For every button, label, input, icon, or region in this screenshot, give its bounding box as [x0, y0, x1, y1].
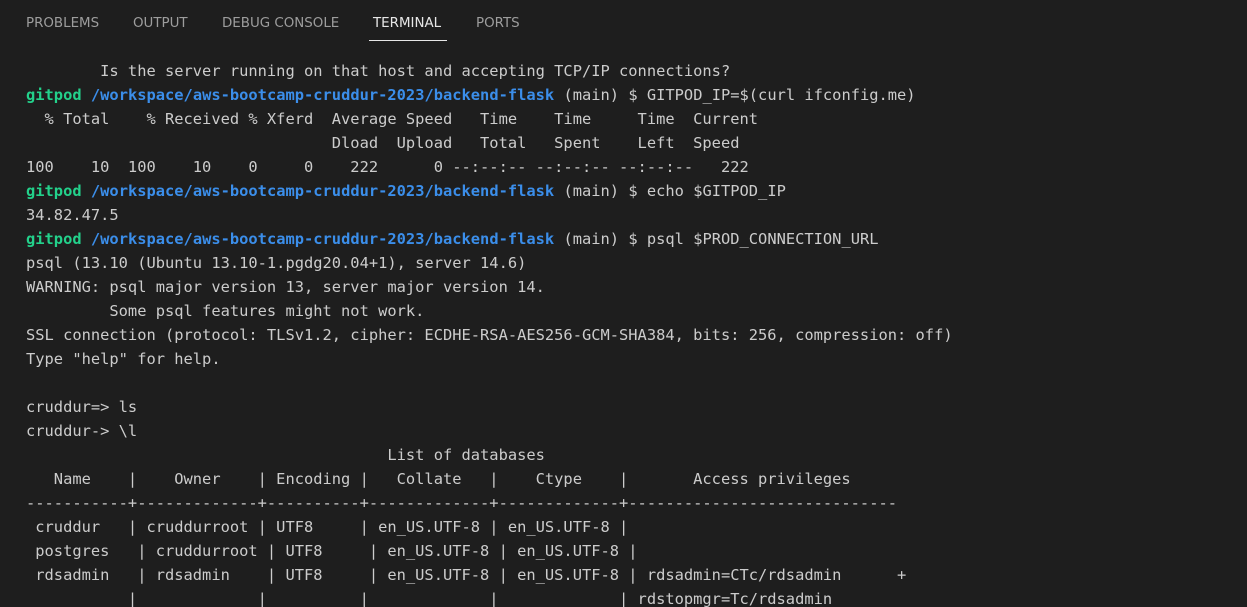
terminal-line: Name | Owner | Encoding | Collate | Ctyp… — [26, 470, 851, 488]
prompt-command: (main) $ GITPOD_IP=$(curl ifconfig.me) — [554, 86, 916, 104]
terminal-line: 34.82.47.5 — [26, 206, 119, 224]
terminal-line: postgres | cruddurroot | UTF8 | en_US.UT… — [26, 542, 638, 560]
prompt-command: (main) $ psql $PROD_CONNECTION_URL — [554, 230, 879, 248]
terminal-output[interactable]: Is the server running on that host and a… — [26, 59, 1236, 607]
terminal-line: List of databases — [26, 446, 545, 464]
terminal-panel: PROBLEMS OUTPUT DEBUG CONSOLE TERMINAL P… — [0, 0, 1247, 607]
panel-tab-bar: PROBLEMS OUTPUT DEBUG CONSOLE TERMINAL P… — [0, 0, 1247, 46]
active-tab-indicator — [369, 40, 447, 41]
tab-ports[interactable]: PORTS — [476, 14, 520, 36]
terminal-line: SSL connection (protocol: TLSv1.2, ciphe… — [26, 326, 953, 344]
terminal-line: Type "help" for help. — [26, 350, 221, 368]
terminal-line: cruddur=> ls — [26, 398, 138, 416]
tab-debug-console[interactable]: DEBUG CONSOLE — [222, 14, 339, 36]
terminal-line: -----------+-------------+----------+---… — [26, 494, 897, 512]
terminal-line: cruddur-> \l — [26, 422, 138, 440]
terminal-prompt-line: gitpod /workspace/aws-bootcamp-cruddur-2… — [26, 227, 1236, 251]
tab-terminal[interactable]: TERMINAL — [373, 14, 441, 36]
terminal-line: % Total % Received % Xferd Average Speed… — [26, 110, 759, 128]
terminal-line: | | | | | rdstopmgr=Tc/rdsadmin — [26, 590, 833, 607]
terminal-line: cruddur | cruddurroot | UTF8 | en_US.UTF… — [26, 518, 629, 536]
tab-problems[interactable]: PROBLEMS — [26, 14, 99, 36]
prompt-path: /workspace/aws-bootcamp-cruddur-2023/bac… — [90, 182, 555, 200]
tab-output[interactable]: OUTPUT — [133, 14, 188, 36]
terminal-line: psql (13.10 (Ubuntu 13.10-1.pgdg20.04+1)… — [26, 254, 527, 272]
terminal-line: rdsadmin | rdsadmin | UTF8 | en_US.UTF-8… — [26, 566, 907, 584]
terminal-prompt-line: gitpod /workspace/aws-bootcamp-cruddur-2… — [26, 83, 1236, 107]
prompt-user: gitpod — [26, 182, 82, 200]
prompt-path: /workspace/aws-bootcamp-cruddur-2023/bac… — [90, 230, 555, 248]
prompt-command: (main) $ echo $GITPOD_IP — [554, 182, 786, 200]
terminal-line: Is the server running on that host and a… — [26, 62, 731, 80]
terminal-line: 100 10 100 10 0 0 222 0 --:--:-- --:--:-… — [26, 158, 749, 176]
terminal-prompt-line: gitpod /workspace/aws-bootcamp-cruddur-2… — [26, 179, 1236, 203]
prompt-path: /workspace/aws-bootcamp-cruddur-2023/bac… — [90, 86, 555, 104]
prompt-user: gitpod — [26, 86, 82, 104]
prompt-user: gitpod — [26, 230, 82, 248]
terminal-line: Dload Upload Total Spent Left Speed — [26, 134, 740, 152]
terminal-line: WARNING: psql major version 13, server m… — [26, 278, 545, 296]
terminal-line: Some psql features might not work. — [26, 302, 425, 320]
